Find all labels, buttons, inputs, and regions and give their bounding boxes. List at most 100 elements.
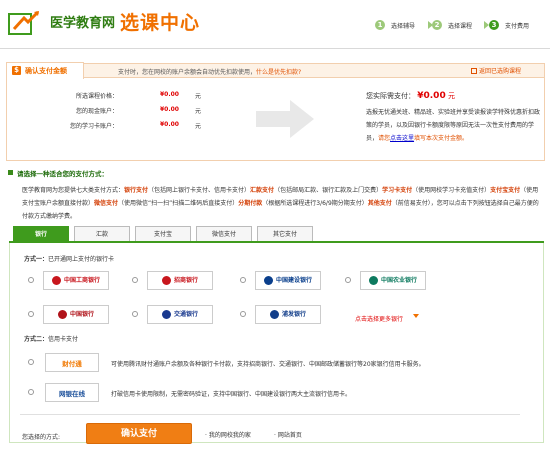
mode-two: 方式二：信用卡支付 bbox=[24, 334, 78, 343]
confirm-payment-button[interactable]: 确认支付 bbox=[86, 423, 192, 444]
bank-logo-spdb[interactable]: 浦发银行 bbox=[255, 305, 321, 324]
page-title: 选课中心 bbox=[120, 12, 201, 34]
bank-logo-ccb[interactable]: 中国建设银行 bbox=[255, 271, 321, 290]
bank-emblem-icon bbox=[57, 310, 67, 319]
card-radio-tenpay[interactable] bbox=[28, 359, 34, 365]
method-study-card[interactable]: 学习卡支付 bbox=[382, 187, 412, 194]
footer-divider bbox=[20, 414, 520, 415]
step-label: 选择辅导 bbox=[391, 22, 416, 30]
back-link-label: 返回已选购课程 bbox=[479, 68, 522, 75]
bank-emblem-icon bbox=[51, 276, 61, 285]
mode-one-label: 方式一： bbox=[24, 256, 49, 263]
payment-method-title: 请选择一种适合您的支付方式： bbox=[17, 170, 108, 178]
step-select-course: 2 选择课程 bbox=[432, 19, 472, 31]
method-bank[interactable]: 银行支付 bbox=[124, 187, 148, 194]
chevron-down-icon[interactable] bbox=[413, 314, 419, 318]
method-desc: （使用网校学习卡充值支付） bbox=[412, 187, 491, 194]
confirm-amount-title: 确认支付金额 bbox=[25, 67, 67, 75]
step-number: 1 bbox=[375, 20, 385, 30]
bank-emblem-icon bbox=[263, 276, 273, 285]
card-logo-tenpay[interactable]: 财付通 bbox=[45, 353, 99, 372]
course-price-row: 所选课程价格： ¥0.00 元 bbox=[40, 91, 220, 101]
mode-two-desc: 信用卡支付 bbox=[48, 336, 79, 343]
bank-radio-boc[interactable] bbox=[28, 311, 34, 317]
tab-bank[interactable]: 银行 bbox=[13, 226, 69, 242]
card-logo-chinabank[interactable]: 网银在线 bbox=[45, 383, 99, 402]
section-bullet-icon bbox=[8, 170, 13, 175]
payment-due-label: 您实际需支付： bbox=[366, 92, 415, 100]
bank-emblem-icon bbox=[368, 276, 378, 285]
method-installment[interactable]: 分期付款 bbox=[238, 200, 262, 207]
chosen-method-label: 您选择的方式: bbox=[22, 434, 61, 441]
arrow-right-icon bbox=[256, 100, 314, 138]
method-other[interactable]: 其他支付 bbox=[368, 200, 392, 207]
bank-name: 中国建设银行 bbox=[275, 276, 312, 284]
installment-tail: 填写本次支付金额。 bbox=[414, 135, 469, 142]
course-price-value: ¥0.00 bbox=[160, 91, 179, 98]
bank-logo-icbc[interactable]: 中国工商银行 bbox=[43, 271, 109, 290]
bank-name: 中国农业银行 bbox=[380, 276, 417, 284]
bank-name: 招商银行 bbox=[173, 276, 198, 284]
mode-one-desc: 已开通网上支付的银行卡 bbox=[48, 256, 115, 263]
page-header: 医学教育网 选课中心 1 选择辅导 2 选择课程 3 支付费用 bbox=[0, 0, 550, 48]
tab-other-pay[interactable]: 其它支付 bbox=[257, 226, 313, 242]
course-price-label: 所选课程价格： bbox=[75, 93, 118, 100]
my-account-link[interactable]: · 我的网校我的家 bbox=[205, 430, 251, 439]
currency-unit: 元 bbox=[195, 108, 202, 115]
cash-account-label: 您的现金账户： bbox=[75, 108, 118, 115]
method-remittance[interactable]: 汇款支付 bbox=[250, 187, 274, 194]
step-label: 选择课程 bbox=[448, 22, 473, 30]
header-divider bbox=[0, 48, 550, 49]
study-card-label: 您的学习卡账户： bbox=[69, 123, 118, 130]
card-desc-chinabank: 打破信用卡使用限制，无需密码验证，支持中国银行、中国建设银行两大主流银行信用卡。 bbox=[111, 391, 352, 398]
currency-icon: $ bbox=[12, 66, 21, 75]
step-pay-fees: 3 支付费用 bbox=[489, 19, 529, 31]
bank-logo-abc[interactable]: 中国农业银行 bbox=[360, 271, 426, 290]
payment-due-unit: 元 bbox=[447, 92, 455, 100]
currency-unit: 元 bbox=[195, 93, 202, 100]
bank-logo-cmb[interactable]: 招商银行 bbox=[147, 271, 213, 290]
study-card-row: 您的学习卡账户： ¥0.00 元 bbox=[40, 121, 220, 131]
back-to-courses-link[interactable]: 返回已选购课程 bbox=[471, 66, 521, 75]
bank-radio-ccb[interactable] bbox=[240, 277, 246, 283]
study-card-value: ¥0.00 bbox=[160, 121, 179, 128]
installment-description: 选报无忧通关班、精品班、实验班并享受读报读学特殊优惠折扣政策的学员，以及因银行卡… bbox=[366, 106, 542, 145]
mode-one: 方式一：已开通网上支付的银行卡 bbox=[24, 254, 114, 263]
bank-radio-spdb[interactable] bbox=[240, 311, 246, 317]
bank-name: 中国工商银行 bbox=[63, 276, 100, 284]
bank-radio-abc[interactable] bbox=[345, 277, 351, 283]
bank-name: 浦发银行 bbox=[281, 310, 306, 318]
method-alipay[interactable]: 支付宝支付 bbox=[490, 187, 520, 194]
tab-remittance[interactable]: 汇款 bbox=[74, 226, 130, 242]
payment-due: 您实际需支付： ¥0.00 元 bbox=[366, 91, 455, 101]
card-desc-tenpay: 可使用腾讯财付通账户余额及各种银行卡付款，支持招商银行、交通银行、中国邮政储蓄银… bbox=[111, 361, 425, 368]
click-here-link[interactable]: 点击这里 bbox=[390, 135, 414, 142]
more-banks-link[interactable]: 点击选择更多银行 bbox=[355, 314, 403, 323]
tab-alipay[interactable]: 支付宝 bbox=[135, 226, 191, 242]
priority-deduction-tip: 支付时，您在网校的账户余额会自动优先扣款使用，什么是优先扣款? bbox=[118, 67, 301, 76]
priority-deduction-link[interactable]: 什么是优先扣款? bbox=[256, 69, 301, 76]
mode-two-label: 方式二： bbox=[24, 336, 49, 343]
bank-radio-bocom[interactable] bbox=[132, 311, 138, 317]
currency-unit: 元 bbox=[195, 123, 202, 130]
card-radio-chinabank[interactable] bbox=[28, 389, 34, 395]
bank-logo-bocom[interactable]: 交通银行 bbox=[147, 305, 213, 324]
step-select-tutoring: 1 选择辅导 bbox=[375, 19, 415, 31]
back-icon bbox=[471, 68, 477, 74]
bank-radio-icbc[interactable] bbox=[28, 277, 34, 283]
method-wechat[interactable]: 微信支付 bbox=[94, 200, 118, 207]
bank-logo-boc[interactable]: 中国银行 bbox=[43, 305, 109, 324]
site-name[interactable]: 医学教育网 bbox=[50, 12, 115, 31]
tip-text: 支付时，您在网校的账户余额会自动优先扣款使用， bbox=[118, 69, 257, 76]
bank-name: 中国银行 bbox=[69, 310, 94, 318]
step-number: 2 bbox=[432, 20, 442, 30]
bank-radio-cmb[interactable] bbox=[132, 277, 138, 283]
tab-wechat-pay[interactable]: 微信支付 bbox=[196, 226, 252, 242]
method-desc: （使用微信“扫一扫”扫描二维码后直接支付） bbox=[118, 200, 239, 207]
payment-due-amount: ¥0.00 bbox=[417, 91, 446, 101]
method-desc: （根据所选课程进行3/6/9期分期支付） bbox=[262, 200, 368, 207]
step-number: 3 bbox=[489, 20, 499, 30]
bank-emblem-icon bbox=[161, 276, 171, 285]
site-home-link[interactable]: · 网站首页 bbox=[274, 430, 302, 439]
bank-emblem-icon bbox=[161, 310, 171, 319]
